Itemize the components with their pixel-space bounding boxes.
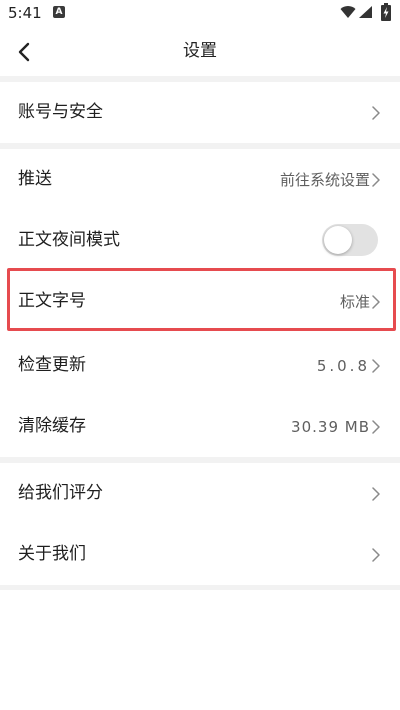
row-value: 前往系统设置 [279,171,370,189]
section-divider [0,585,400,590]
header-bar: 设置 [0,26,400,76]
chevron-right-icon [372,173,380,187]
row-push[interactable]: 推送 前往系统设置 [0,149,400,210]
row-clear-cache[interactable]: 清除缓存 30.39 MB [0,396,400,457]
wifi-icon [340,6,356,19]
chevron-right-icon [372,359,380,373]
row-check-update[interactable]: 检查更新 5.0.8 [0,335,400,396]
status-bar: 5:41 A [0,0,400,26]
row-label: 账号与安全 [18,102,103,122]
row-label: 关于我们 [18,544,86,564]
chevron-right-icon [372,420,380,434]
row-label: 正文字号 [18,291,86,311]
chevron-right-icon [372,487,380,501]
row-label: 推送 [18,169,52,189]
status-time: 5:41 [8,4,42,22]
row-value: 30.39 MB [291,418,370,436]
row-rate-us[interactable]: 给我们评分 [0,463,400,524]
row-about-us[interactable]: 关于我们 [0,524,400,585]
page-title: 设置 [183,41,217,61]
settings-screen: 5:41 A 设置 账号与安全 推送 前往系统设置 正文夜间模式 正文字号 标准… [0,0,400,710]
toggle-knob [324,226,352,254]
notification-a-icon: A [53,6,65,18]
row-account-security[interactable]: 账号与安全 [0,82,400,143]
battery-charging-icon [381,3,391,21]
row-value: 标准 [339,293,370,311]
notification-a-glyph: A [55,7,63,17]
row-label: 清除缓存 [18,416,86,436]
row-label: 正文夜间模式 [18,230,120,250]
signal-icon [359,6,372,18]
row-label: 给我们评分 [18,483,103,503]
row-value: 5.0.8 [316,357,370,375]
chevron-right-icon [372,548,380,562]
row-label: 检查更新 [18,355,86,375]
night-mode-toggle[interactable] [322,224,378,256]
row-font-size[interactable]: 正文字号 标准 [0,271,400,332]
row-night-mode: 正文夜间模式 [0,210,400,271]
chevron-right-icon [372,295,380,309]
chevron-right-icon [372,106,380,120]
